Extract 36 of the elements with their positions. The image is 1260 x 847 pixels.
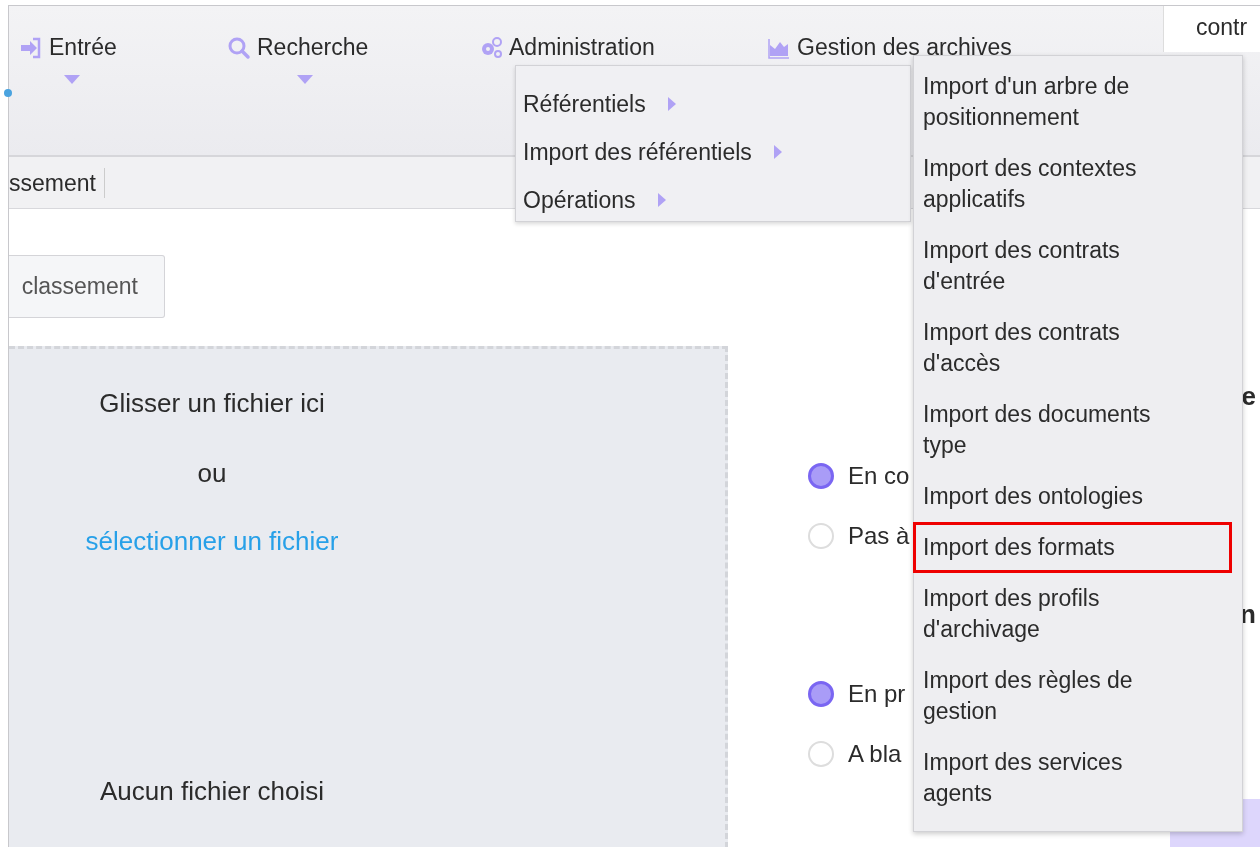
tab[interactable]: ssement — [9, 167, 105, 198]
submenu-item[interactable]: Import des contrats d'accès — [913, 307, 1232, 389]
file-status: Aucun fichier choisi — [100, 775, 324, 807]
submenu-item[interactable]: Import des règles de gestion — [913, 655, 1232, 737]
caret-right-icon — [773, 145, 782, 159]
submenu-item[interactable]: Import des services agents — [913, 737, 1232, 819]
settings-icon — [479, 35, 503, 60]
file-dropzone[interactable]: Glisser un fichier ici ou sélectionner un fichier Aucun fichier choisi — [9, 346, 728, 847]
dot-icon — [4, 89, 12, 97]
section-heading: e — [1241, 381, 1256, 411]
radio-option[interactable]: En pr — [808, 679, 906, 709]
nav-menu-item[interactable]: Administration — [479, 34, 655, 61]
search-field[interactable]: contr — [1163, 6, 1260, 52]
nav-menu-item[interactable]: Gestion des archives — [767, 34, 1012, 61]
submenu-item[interactable]: Import des contrats d'entrée — [913, 225, 1232, 307]
nav-menu-item[interactable]: Recherche — [227, 34, 369, 61]
dropzone-separator: ou — [197, 457, 227, 489]
submenu-item[interactable]: Import des ontologies — [913, 471, 1232, 522]
menu-item[interactable]: Référentiels — [516, 80, 676, 128]
search-icon — [227, 35, 251, 60]
submenu-item[interactable]: Import des formats — [913, 522, 1232, 573]
submenu-item[interactable]: Import des profils d'archivage — [913, 573, 1232, 655]
radio-option[interactable]: Pas à — [808, 521, 910, 551]
caret-right-icon — [667, 97, 676, 111]
classement-button[interactable]: classement — [9, 255, 165, 318]
radio-option[interactable]: En co — [808, 461, 910, 491]
submenu-item[interactable]: Import des contextes applicatifs — [913, 143, 1232, 225]
caret-right-icon — [657, 193, 666, 207]
submenu-item[interactable]: Import d'un arbre de positionnement — [913, 61, 1232, 143]
dropzone-prompt: Glisser un fichier ici — [99, 387, 325, 419]
nav-menu-item[interactable]: Entrée — [19, 34, 117, 61]
menu-item[interactable]: Opérations — [516, 176, 666, 224]
sign-in-icon — [19, 35, 43, 60]
menu-item[interactable]: Import des référentiels — [516, 128, 782, 176]
submenu-item[interactable]: Import des documents type — [913, 389, 1232, 471]
radio-option[interactable]: A bla — [808, 739, 902, 769]
